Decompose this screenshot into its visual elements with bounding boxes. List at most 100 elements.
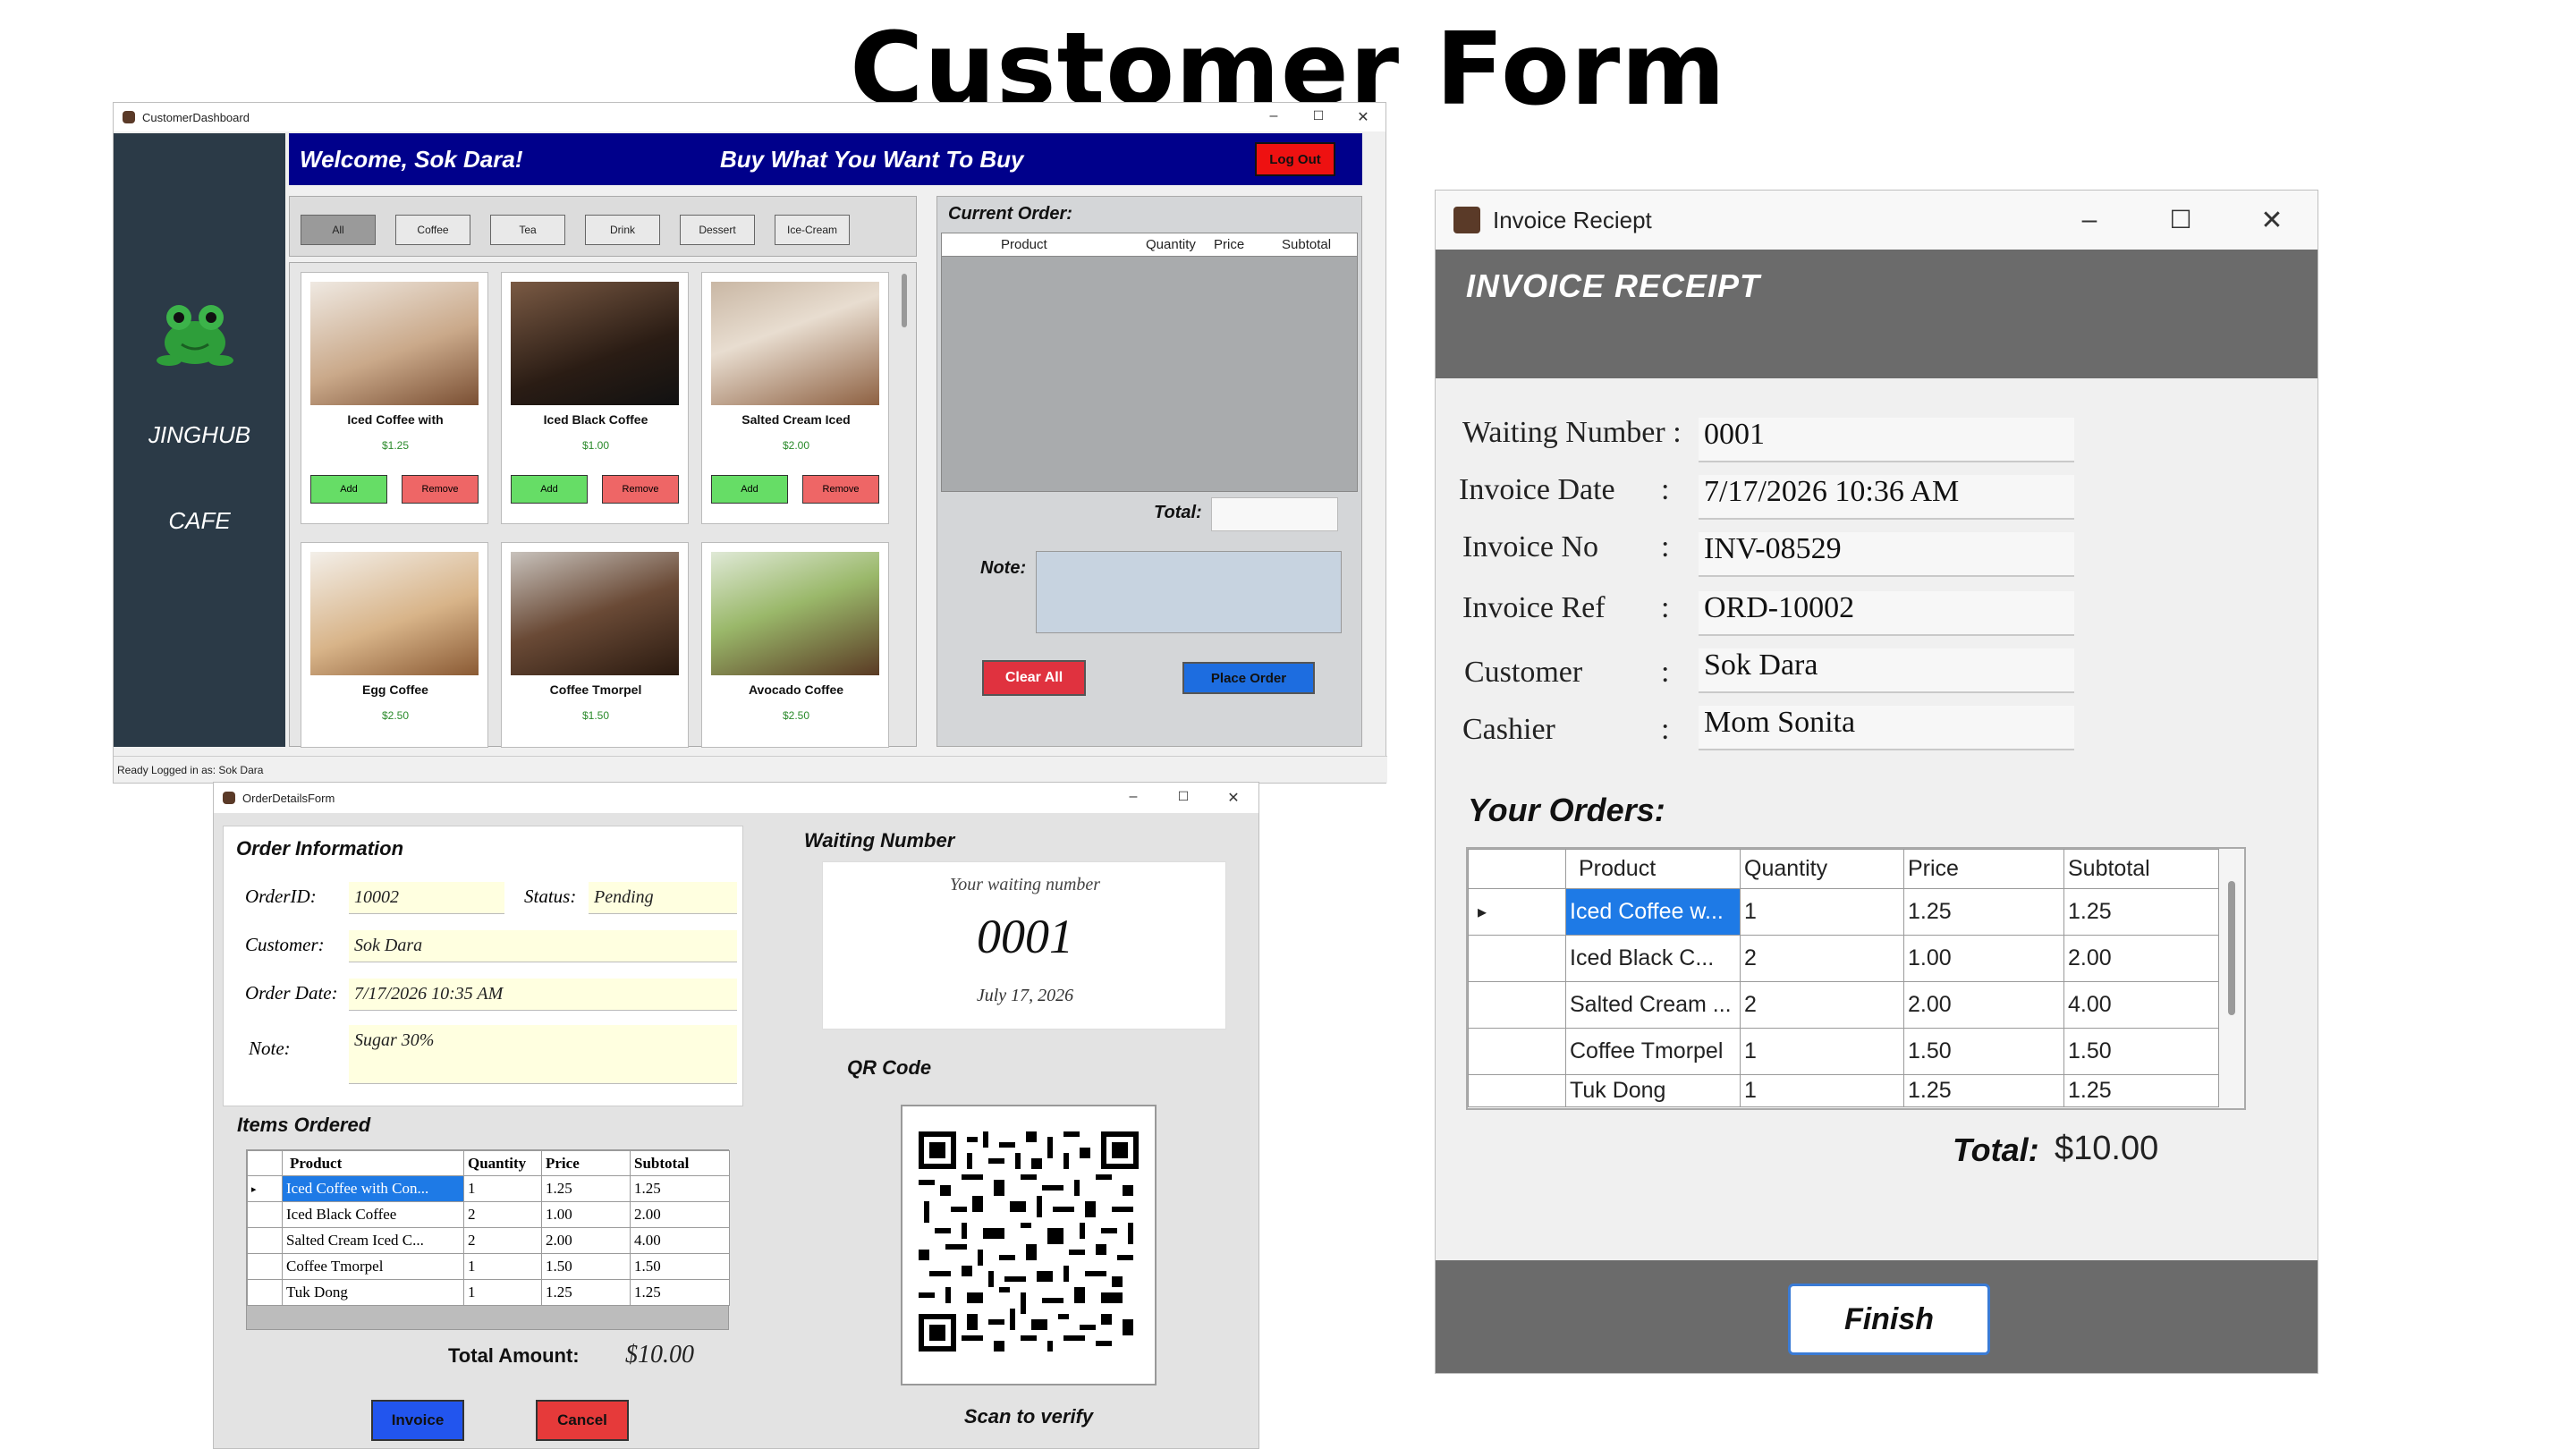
place-order-button[interactable]: Place Order bbox=[1182, 662, 1315, 694]
invoice-no-value[interactable]: INV-08529 bbox=[1699, 532, 2074, 577]
table-row[interactable]: ▸ Iced Coffee w... 1 1.25 1.25 bbox=[1468, 888, 2219, 936]
row-selector[interactable] bbox=[247, 1279, 283, 1306]
cell-product[interactable]: Iced Black C... bbox=[1565, 935, 1741, 982]
row-selector[interactable]: ▸ bbox=[1468, 888, 1566, 936]
remove-button[interactable]: Remove bbox=[402, 475, 479, 504]
table-row[interactable]: Coffee Tmorpel 1 1.50 1.50 bbox=[247, 1253, 730, 1280]
order-date-field[interactable]: 7/17/2026 10:35 AM bbox=[349, 979, 737, 1011]
cell-product[interactable]: Iced Coffee with Con... bbox=[282, 1175, 464, 1202]
cell-subtotal[interactable]: 1.25 bbox=[2063, 1074, 2219, 1107]
order-id-field[interactable]: 10002 bbox=[349, 882, 504, 914]
row-selector[interactable] bbox=[1468, 981, 1566, 1029]
cell-quantity[interactable]: 2 bbox=[1740, 935, 1904, 982]
row-selector[interactable] bbox=[247, 1253, 283, 1280]
category-coffee-button[interactable]: Coffee bbox=[395, 215, 470, 245]
invoice-date-value[interactable]: 7/17/2026 10:36 AM bbox=[1699, 475, 2074, 520]
logout-button[interactable]: Log Out bbox=[1255, 142, 1335, 176]
clear-all-button[interactable]: Clear All bbox=[982, 660, 1086, 696]
cell-product[interactable]: Salted Cream ... bbox=[1565, 981, 1741, 1029]
cell-product[interactable]: Salted Cream Iced C... bbox=[282, 1227, 464, 1254]
cell-price[interactable]: 2.00 bbox=[541, 1227, 631, 1254]
row-selector[interactable] bbox=[1468, 935, 1566, 982]
cell-subtotal[interactable]: 4.00 bbox=[2063, 981, 2219, 1029]
cell-price[interactable]: 1.25 bbox=[1903, 888, 2064, 936]
status-field[interactable]: Pending bbox=[589, 882, 737, 914]
category-icecream-button[interactable]: Ice-Cream bbox=[775, 215, 850, 245]
category-dessert-button[interactable]: Dessert bbox=[680, 215, 755, 245]
invoice-ref-value[interactable]: ORD-10002 bbox=[1699, 591, 2074, 636]
remove-button[interactable]: Remove bbox=[802, 475, 879, 504]
row-selector[interactable] bbox=[247, 1201, 283, 1228]
cell-product[interactable]: Coffee Tmorpel bbox=[1565, 1028, 1741, 1075]
customer-field[interactable]: Sok Dara bbox=[349, 930, 737, 962]
cell-subtotal[interactable]: 2.00 bbox=[2063, 935, 2219, 982]
minimize-icon[interactable]: – bbox=[1108, 789, 1158, 807]
waiting-number-value[interactable]: 0001 bbox=[1699, 418, 2074, 462]
cell-price[interactable]: 2.00 bbox=[1903, 981, 2064, 1029]
add-button[interactable]: Add bbox=[511, 475, 588, 504]
table-row[interactable]: Salted Cream Iced C... 2 2.00 4.00 bbox=[247, 1227, 730, 1254]
cell-quantity[interactable]: 1 bbox=[463, 1175, 542, 1202]
finish-button[interactable]: Finish bbox=[1788, 1284, 1990, 1355]
minimize-icon[interactable]: – bbox=[1251, 108, 1296, 126]
add-button[interactable]: Add bbox=[310, 475, 387, 504]
maximize-icon[interactable]: ☐ bbox=[1296, 108, 1341, 126]
cell-subtotal[interactable]: 1.25 bbox=[2063, 888, 2219, 936]
category-all-button[interactable]: All bbox=[301, 215, 376, 245]
remove-button[interactable]: Remove bbox=[602, 475, 679, 504]
cell-price[interactable]: 1.00 bbox=[541, 1201, 631, 1228]
cell-product[interactable]: Tuk Dong bbox=[282, 1279, 464, 1306]
category-drink-button[interactable]: Drink bbox=[585, 215, 660, 245]
row-selector[interactable] bbox=[1468, 1074, 1566, 1107]
table-row[interactable]: Coffee Tmorpel 1 1.50 1.50 bbox=[1468, 1028, 2219, 1075]
table-row[interactable]: Tuk Dong 1 1.25 1.25 bbox=[247, 1279, 730, 1306]
maximize-icon[interactable]: ☐ bbox=[2135, 205, 2226, 236]
product-scrollbar[interactable] bbox=[902, 274, 907, 327]
cell-subtotal[interactable]: 1.50 bbox=[2063, 1028, 2219, 1075]
cell-quantity[interactable]: 1 bbox=[1740, 888, 1904, 936]
note-input[interactable] bbox=[1036, 551, 1342, 633]
row-selector[interactable] bbox=[247, 1227, 283, 1254]
close-icon[interactable]: ✕ bbox=[1208, 789, 1258, 807]
cell-quantity[interactable]: 1 bbox=[1740, 1028, 1904, 1075]
cell-product[interactable]: Coffee Tmorpel bbox=[282, 1253, 464, 1280]
cell-price[interactable]: 1.25 bbox=[541, 1175, 631, 1202]
table-row[interactable]: Salted Cream ... 2 2.00 4.00 bbox=[1468, 981, 2219, 1029]
cell-quantity[interactable]: 1 bbox=[463, 1279, 542, 1306]
customer-value[interactable]: Sok Dara bbox=[1699, 648, 2074, 693]
close-icon[interactable]: ✕ bbox=[1341, 108, 1385, 126]
row-selector[interactable] bbox=[1468, 1028, 1566, 1075]
cell-quantity[interactable]: 1 bbox=[1740, 1074, 1904, 1107]
note-field[interactable]: Sugar 30% bbox=[349, 1025, 737, 1084]
cell-subtotal[interactable]: 1.25 bbox=[630, 1175, 730, 1202]
cell-subtotal[interactable]: 1.50 bbox=[630, 1253, 730, 1280]
cell-quantity[interactable]: 2 bbox=[463, 1201, 542, 1228]
cancel-button[interactable]: Cancel bbox=[536, 1400, 629, 1441]
close-icon[interactable]: ✕ bbox=[2226, 205, 2318, 236]
maximize-icon[interactable]: ☐ bbox=[1158, 789, 1208, 807]
total-field[interactable] bbox=[1211, 497, 1338, 531]
table-row[interactable]: Iced Black Coffee 2 1.00 2.00 bbox=[247, 1201, 730, 1228]
cell-subtotal[interactable]: 2.00 bbox=[630, 1201, 730, 1228]
cell-quantity[interactable]: 1 bbox=[463, 1253, 542, 1280]
cell-price[interactable]: 1.25 bbox=[1903, 1074, 2064, 1107]
invoice-button[interactable]: Invoice bbox=[371, 1400, 464, 1441]
cell-price[interactable]: 1.50 bbox=[541, 1253, 631, 1280]
cell-product[interactable]: Iced Black Coffee bbox=[282, 1201, 464, 1228]
table-row[interactable]: ▸ Iced Coffee with Con... 1 1.25 1.25 bbox=[247, 1175, 730, 1202]
table-row[interactable]: Iced Black C... 2 1.00 2.00 bbox=[1468, 935, 2219, 982]
cell-subtotal[interactable]: 1.25 bbox=[630, 1279, 730, 1306]
cell-subtotal[interactable]: 4.00 bbox=[630, 1227, 730, 1254]
minimize-icon[interactable]: – bbox=[2044, 205, 2135, 236]
cashier-value[interactable]: Mom Sonita bbox=[1699, 706, 2074, 750]
cell-price[interactable]: 1.50 bbox=[1903, 1028, 2064, 1075]
cell-product[interactable]: Tuk Dong bbox=[1565, 1074, 1741, 1107]
add-button[interactable]: Add bbox=[711, 475, 788, 504]
cell-quantity[interactable]: 2 bbox=[463, 1227, 542, 1254]
invoice-grid-scrollbar[interactable] bbox=[2228, 881, 2235, 1015]
table-row[interactable]: Tuk Dong 1 1.25 1.25 bbox=[1468, 1074, 2219, 1107]
cell-price[interactable]: 1.25 bbox=[541, 1279, 631, 1306]
category-tea-button[interactable]: Tea bbox=[490, 215, 565, 245]
row-selector[interactable]: ▸ bbox=[247, 1175, 283, 1202]
cell-quantity[interactable]: 2 bbox=[1740, 981, 1904, 1029]
